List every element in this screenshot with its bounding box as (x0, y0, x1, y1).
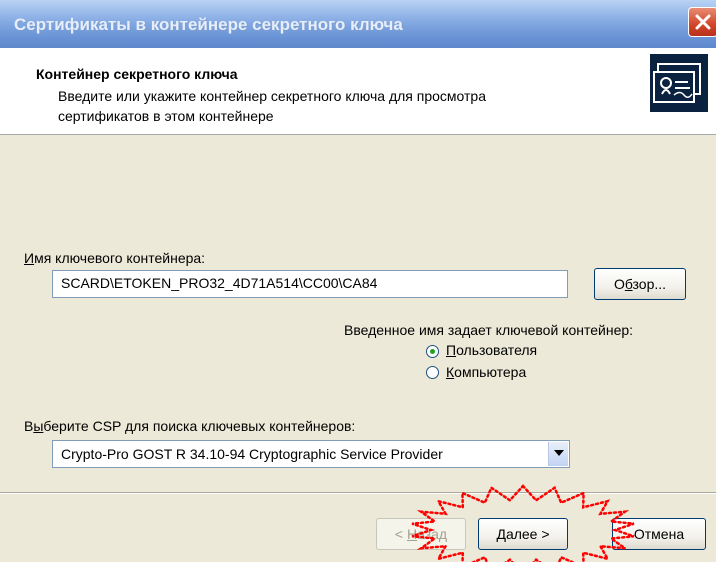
window-title: Сертификаты в контейнере секретного ключ… (14, 15, 403, 34)
footer-separator (0, 492, 716, 494)
close-icon (695, 14, 711, 30)
radio-computer[interactable] (426, 366, 439, 379)
wizard-header: Контейнер секретного ключа Введите или у… (0, 48, 716, 135)
csp-select[interactable]: Crypto-Pro GOST R 34.10-94 Cryptographic… (52, 440, 570, 468)
radio-user[interactable] (426, 345, 439, 358)
title-bar[interactable]: Сертификаты в контейнере секретного ключ… (0, 0, 716, 48)
radio-computer-label[interactable]: Компьютера (446, 364, 526, 380)
close-button[interactable] (688, 7, 716, 37)
dialog-window: Сертификаты в контейнере секретного ключ… (0, 0, 716, 562)
header-title: Контейнер секретного ключа (36, 66, 238, 82)
browse-button[interactable]: Обзор... (594, 268, 686, 300)
container-name-label: Имя ключевого контейнера: (24, 250, 206, 266)
chevron-down-icon (554, 450, 564, 456)
certificate-icon (650, 54, 708, 112)
container-type-label: Введенное имя задает ключевой контейнер: (344, 322, 634, 338)
csp-label: Выберите CSP для поиска ключевых контейн… (24, 418, 356, 434)
radio-user-label[interactable]: Пользователя (446, 342, 537, 358)
container-name-input[interactable]: SCARD\ETOKEN_PRO32_4D71A514\CC00\CA84 (52, 270, 568, 298)
header-subtitle: Введите или укажите контейнер секретного… (58, 88, 486, 124)
csp-select-value: Crypto-Pro GOST R 34.10-94 Cryptographic… (61, 446, 443, 462)
back-button[interactable]: < Назад (376, 518, 466, 550)
cancel-button[interactable]: Отмена (612, 518, 706, 550)
radio-selected-dot (430, 349, 435, 354)
dropdown-arrow-button[interactable] (548, 442, 568, 466)
next-button[interactable]: Далее > (478, 518, 568, 550)
